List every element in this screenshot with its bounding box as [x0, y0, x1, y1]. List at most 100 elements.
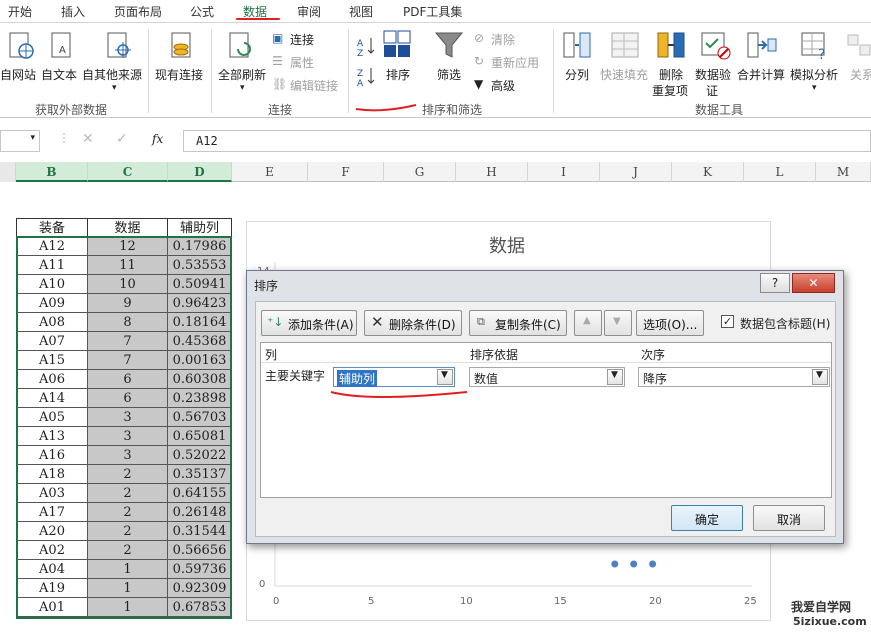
cell-helper[interactable]: 0.00163 — [168, 351, 232, 370]
chevron-down-icon[interactable]: ▼ — [607, 369, 623, 385]
from-text-button[interactable]: 自文本 — [41, 66, 77, 83]
enter-icon[interactable]: ✓ — [116, 131, 128, 147]
cell-data[interactable]: 6 — [88, 370, 168, 389]
has-headers-checkbox[interactable]: ✓ — [721, 315, 734, 328]
tab-review[interactable]: 审阅 — [297, 3, 321, 20]
cell-helper[interactable]: 0.26148 — [168, 503, 232, 522]
close-button[interactable]: ✕ — [792, 273, 835, 293]
cell-equipment[interactable]: A03 — [16, 484, 88, 503]
chevron-down-icon[interactable]: ▾ — [30, 133, 35, 143]
cell-equipment[interactable]: A11 — [16, 256, 88, 275]
cancel-button[interactable]: 取消 — [753, 505, 825, 531]
insert-function-icon[interactable]: fx — [152, 132, 163, 146]
relationships-button[interactable]: 关系 — [850, 66, 871, 83]
sort-descending-icon[interactable]: Z A — [356, 65, 376, 87]
cell-data[interactable]: 11 — [88, 256, 168, 275]
name-box[interactable]: ▾ — [0, 130, 40, 152]
remove-duplicates-button[interactable]: 删除 — [659, 66, 683, 83]
cell-helper[interactable]: 0.59736 — [168, 560, 232, 579]
from-other-sources-button[interactable]: 自其他来源 — [82, 66, 142, 83]
text-to-columns-button[interactable]: 分列 — [565, 66, 589, 83]
cell-helper[interactable]: 0.45368 — [168, 332, 232, 351]
existing-connections-button[interactable]: 现有连接 — [155, 66, 203, 83]
sort-ascending-icon[interactable]: A Z — [356, 35, 376, 57]
cell-helper[interactable]: 0.92309 — [168, 579, 232, 598]
cell-equipment[interactable]: A14 — [16, 389, 88, 408]
dialog-title-bar[interactable]: 排序 ? ✕ — [247, 271, 843, 299]
cell-equipment[interactable]: A13 — [16, 427, 88, 446]
cell-equipment[interactable]: A02 — [16, 541, 88, 560]
cell-helper[interactable]: 0.56703 — [168, 408, 232, 427]
cell-data[interactable]: 1 — [88, 560, 168, 579]
tab-view[interactable]: 视图 — [349, 3, 373, 20]
cell-data[interactable]: 7 — [88, 351, 168, 370]
from-web-button[interactable]: 自网站 — [0, 66, 36, 83]
data-validation-button[interactable]: 数据验 — [695, 66, 731, 83]
ok-button[interactable]: 确定 — [671, 505, 743, 531]
column-header-e[interactable]: E — [232, 162, 308, 182]
cell-helper[interactable]: 0.65081 — [168, 427, 232, 446]
chevron-down-icon[interactable]: ▼ — [812, 369, 828, 385]
sort-button[interactable]: 排序 — [386, 66, 410, 83]
add-level-button[interactable]: ⁺↓ 添加条件(A) — [261, 310, 357, 336]
cell-equipment[interactable]: A09 — [16, 294, 88, 313]
header-equipment[interactable]: 装备 — [16, 218, 88, 237]
column-header-b[interactable]: B — [16, 162, 88, 182]
properties-button[interactable]: 属性 — [290, 54, 314, 71]
tab-home[interactable]: 开始 — [8, 3, 32, 20]
cell-helper[interactable]: 0.18164 — [168, 313, 232, 332]
cell-equipment[interactable]: A01 — [16, 598, 88, 617]
header-data[interactable]: 数据 — [88, 218, 168, 237]
cell-equipment[interactable]: A17 — [16, 503, 88, 522]
cell-helper[interactable]: 0.50941 — [168, 275, 232, 294]
column-header-k[interactable]: K — [672, 162, 744, 182]
column-header-j[interactable]: J — [600, 162, 672, 182]
sort-on-select[interactable]: 数值 ▼ — [469, 367, 625, 387]
cell-equipment[interactable]: A12 — [16, 237, 88, 256]
cancel-icon[interactable]: ✕ — [82, 131, 94, 147]
cell-helper[interactable]: 0.52022 — [168, 446, 232, 465]
cell-data[interactable]: 1 — [88, 579, 168, 598]
cell-equipment[interactable]: A18 — [16, 465, 88, 484]
cell-equipment[interactable]: A07 — [16, 332, 88, 351]
order-select[interactable]: 降序 ▼ — [638, 367, 830, 387]
column-header-h[interactable]: H — [456, 162, 528, 182]
move-up-button[interactable]: ▲ — [574, 310, 602, 336]
cell-equipment[interactable]: A06 — [16, 370, 88, 389]
what-if-analysis-button[interactable]: 模拟分析 — [790, 66, 838, 83]
filter-button[interactable]: 筛选 — [437, 66, 461, 83]
header-helper[interactable]: 辅助列 — [168, 218, 232, 237]
cell-data[interactable]: 6 — [88, 389, 168, 408]
cell-data[interactable]: 3 — [88, 446, 168, 465]
tab-insert[interactable]: 插入 — [61, 3, 85, 20]
cell-equipment[interactable]: A20 — [16, 522, 88, 541]
refresh-all-button[interactable]: 全部刷新 — [218, 66, 266, 83]
chevron-down-icon[interactable]: ▼ — [437, 369, 453, 385]
advanced-button[interactable]: 高级 — [491, 77, 515, 94]
cell-data[interactable]: 10 — [88, 275, 168, 294]
delete-level-button[interactable]: ✕ 删除条件(D) — [364, 310, 462, 336]
cell-data[interactable]: 1 — [88, 598, 168, 617]
formula-input[interactable]: A12 — [183, 130, 871, 152]
cell-helper[interactable]: 0.56656 — [168, 541, 232, 560]
column-header-c[interactable]: C — [88, 162, 168, 182]
cell-equipment[interactable]: A08 — [16, 313, 88, 332]
cell-data[interactable]: 3 — [88, 427, 168, 446]
tab-pdf-tools[interactable]: PDF工具集 — [403, 3, 462, 20]
cell-equipment[interactable]: A16 — [16, 446, 88, 465]
cell-helper[interactable]: 0.53553 — [168, 256, 232, 275]
cell-data[interactable]: 8 — [88, 313, 168, 332]
move-down-button[interactable]: ▼ — [604, 310, 632, 336]
column-header-g[interactable]: G — [384, 162, 456, 182]
clear-button[interactable]: 清除 — [491, 31, 515, 48]
tab-page-layout[interactable]: 页面布局 — [114, 3, 162, 20]
cell-data[interactable]: 2 — [88, 522, 168, 541]
cell-data[interactable]: 12 — [88, 237, 168, 256]
cell-helper[interactable]: 0.35137 — [168, 465, 232, 484]
column-header-i[interactable]: I — [528, 162, 600, 182]
connections-button[interactable]: 连接 — [290, 31, 314, 48]
cell-data[interactable]: 3 — [88, 408, 168, 427]
column-header-d[interactable]: D — [168, 162, 232, 182]
edit-links-button[interactable]: 编辑链接 — [290, 77, 338, 94]
cell-helper[interactable]: 0.96423 — [168, 294, 232, 313]
